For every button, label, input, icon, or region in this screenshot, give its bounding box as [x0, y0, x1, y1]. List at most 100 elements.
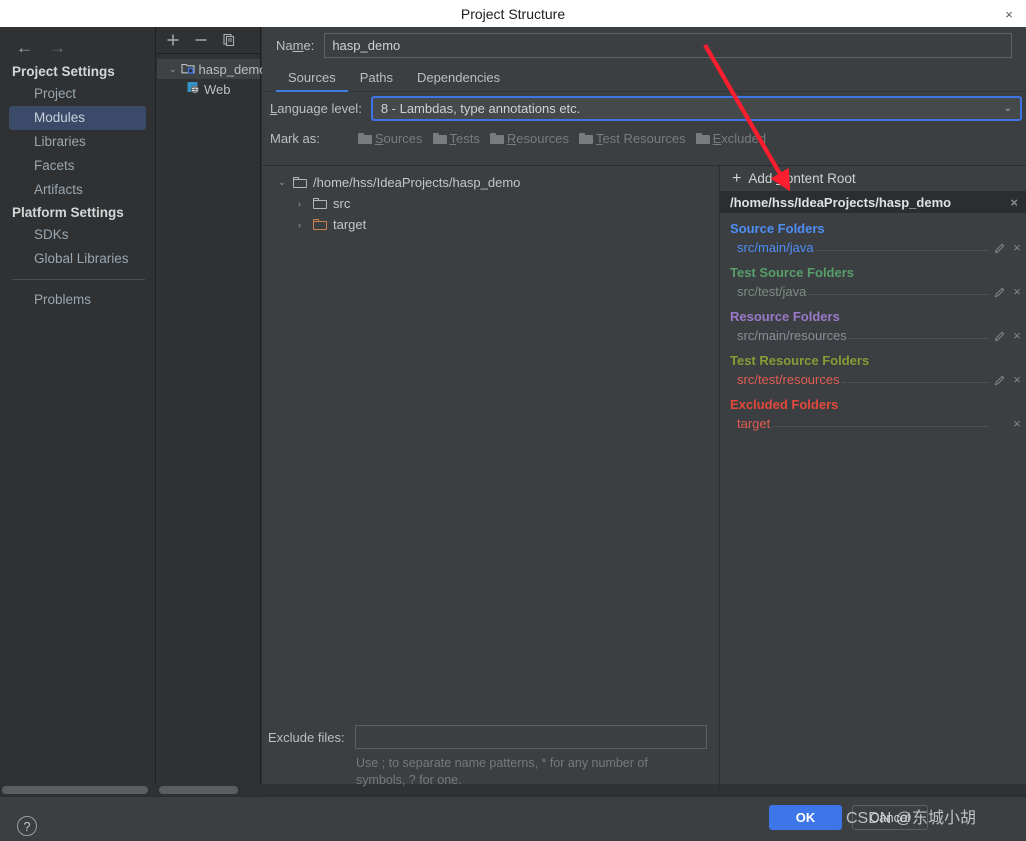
remove-content-root-icon[interactable]: × [1010, 195, 1018, 210]
folder-icon [313, 198, 327, 209]
category-title: Test Source Folders [730, 265, 855, 280]
name-label: Name: [276, 38, 315, 53]
chevron-down-icon[interactable]: ⌄ [278, 177, 287, 188]
mark-as-sources-label: Sources [374, 130, 423, 146]
sidebar-item-libraries[interactable]: Libraries [0, 130, 155, 154]
file-tree-label: src [333, 196, 351, 211]
chevron-right-icon[interactable]: › [298, 220, 307, 230]
category-title: Test Resource Folders [730, 353, 870, 368]
mark-as-test-resources-button[interactable]: Test Resources [579, 131, 686, 146]
forward-arrow-icon[interactable]: → [49, 39, 66, 56]
sidebar-item-facets[interactable]: Facets [0, 154, 155, 178]
sidebar-group-platform-settings: Platform Settings [12, 205, 124, 220]
folder-entry[interactable]: src/main/resources × [720, 326, 1026, 345]
folder-resources-icon [489, 132, 504, 144]
sidebar-item-project[interactable]: Project [0, 82, 155, 106]
file-tree-label: target [333, 217, 367, 232]
folder-entry[interactable]: target × [720, 414, 1026, 433]
name-row: Name: [262, 27, 1026, 64]
tab-paths[interactable]: Paths [348, 70, 405, 91]
title-bar: Project Structure × [0, 0, 1026, 27]
folder-test-resources-icon [579, 132, 594, 144]
exclude-files-area: Exclude files: Use ; to separate name pa… [262, 717, 720, 791]
mark-as-test-resources-label: Test Resources [596, 130, 686, 146]
edit-pencil-icon[interactable] [992, 374, 1008, 386]
dotted-separator [815, 240, 989, 251]
language-level-value: 8 - Lambdas, type annotations etc. [380, 101, 581, 116]
mark-as-resources-button[interactable]: Resources [489, 131, 569, 146]
module-toolbar [157, 27, 260, 54]
folder-icon [293, 177, 307, 188]
folder-sources-icon [357, 132, 372, 144]
scrollbar-thumb[interactable] [159, 786, 238, 794]
edit-pencil-icon[interactable] [992, 286, 1008, 298]
mark-as-excluded-label: Excluded [712, 130, 767, 146]
category-title: Source Folders [730, 221, 825, 236]
mark-as-excluded-button[interactable]: Excluded [695, 130, 767, 146]
help-icon[interactable]: ? [17, 816, 37, 836]
sidebar-item-modules[interactable]: Modules [9, 106, 146, 130]
mark-as-tests-button[interactable]: Tests [432, 131, 480, 146]
folder-entry[interactable]: src/test/resources × [720, 370, 1026, 389]
remove-module-icon[interactable] [193, 32, 209, 48]
module-panel-hscrollbar[interactable] [157, 784, 261, 795]
chevron-down-icon[interactable]: ⌄ [169, 64, 177, 75]
settings-sidebar: ← → Project Settings Project Modules Lib… [0, 27, 156, 784]
category-excluded-folders: Excluded Folders target × [720, 395, 1026, 433]
file-tree-row-target[interactable]: › target [262, 214, 719, 235]
sidebar-item-problems[interactable]: Problems [0, 288, 155, 312]
language-level-select[interactable]: 8 - Lambdas, type annotations etc. ⌄ [370, 96, 1022, 121]
category-test-resource-folders: Test Resource Folders src/test/resources… [720, 351, 1026, 389]
folder-entry[interactable]: src/test/java × [720, 282, 1026, 301]
remove-folder-icon[interactable]: × [1008, 372, 1026, 387]
tab-sources[interactable]: Sources [276, 70, 348, 92]
edit-pencil-icon[interactable] [992, 242, 1008, 254]
add-module-icon[interactable] [165, 32, 181, 48]
remove-folder-icon[interactable]: × [1008, 328, 1026, 343]
copy-module-icon[interactable] [221, 32, 237, 48]
remove-folder-icon[interactable]: × [1008, 284, 1026, 299]
exclude-files-row: Exclude files: [262, 717, 719, 749]
module-name-input[interactable] [324, 33, 1012, 58]
sidebar-item-artifacts[interactable]: Artifacts [0, 178, 155, 202]
ok-button[interactable]: OK [769, 805, 842, 830]
project-structure-dialog: Project Structure × ← → Project Settings… [0, 0, 1026, 841]
folder-excluded-icon [313, 219, 327, 230]
module-tree-row-hasp-demo[interactable]: ⌄ hasp_demo [157, 59, 267, 79]
add-content-root-label: Add Content Root [748, 171, 856, 186]
language-level-row: Language level: 8 - Lambdas, type annota… [262, 92, 1026, 125]
mark-as-sources-button[interactable]: Sources [357, 130, 423, 146]
sidebar-item-global-libraries[interactable]: Global Libraries [0, 247, 155, 271]
chevron-right-icon[interactable]: › [298, 199, 307, 209]
edit-pencil-icon[interactable] [992, 330, 1008, 342]
back-arrow-icon[interactable]: ← [16, 39, 33, 56]
mark-as-label: Mark as: [270, 130, 320, 146]
module-tree-row-web[interactable]: Web [157, 79, 260, 99]
content-root-path: /home/hss/IdeaProjects/hasp_demo [730, 194, 952, 210]
content-split: ⌄ /home/hss/IdeaProjects/hasp_demo › src… [262, 165, 1026, 717]
file-tree-row-root[interactable]: ⌄ /home/hss/IdeaProjects/hasp_demo [262, 172, 719, 193]
exclude-files-input[interactable] [354, 725, 707, 749]
add-content-root-button[interactable]: + Add Content Root [720, 166, 1026, 191]
sidebar-item-sdks[interactable]: SDKs [0, 223, 155, 247]
tab-dependencies[interactable]: Dependencies [405, 70, 512, 91]
sidebar-hscrollbar[interactable] [0, 784, 155, 795]
exclude-files-label: Exclude files: [268, 729, 345, 745]
file-tree-row-src[interactable]: › src [262, 193, 719, 214]
folder-entry-path: target [737, 416, 771, 431]
content-root-header: /home/hss/IdeaProjects/hasp_demo × [720, 191, 1026, 213]
module-editor-main: Name: Sources Paths Dependencies Languag… [262, 27, 1026, 815]
dotted-separator [848, 328, 989, 339]
cancel-button[interactable]: Cancel [852, 805, 928, 830]
module-tree-label: Web [204, 81, 231, 97]
plus-icon: + [732, 169, 742, 187]
remove-folder-icon[interactable]: × [1008, 240, 1026, 255]
folder-entry[interactable]: src/main/java × [720, 238, 1026, 257]
editor-tabs: Sources Paths Dependencies [262, 64, 1026, 92]
folder-excluded-icon [695, 132, 710, 144]
remove-folder-icon[interactable]: × [1008, 416, 1026, 431]
folder-tests-icon [432, 132, 447, 144]
scrollbar-thumb[interactable] [2, 786, 148, 794]
close-icon[interactable]: × [1000, 5, 1018, 23]
window-title: Project Structure [460, 5, 566, 22]
